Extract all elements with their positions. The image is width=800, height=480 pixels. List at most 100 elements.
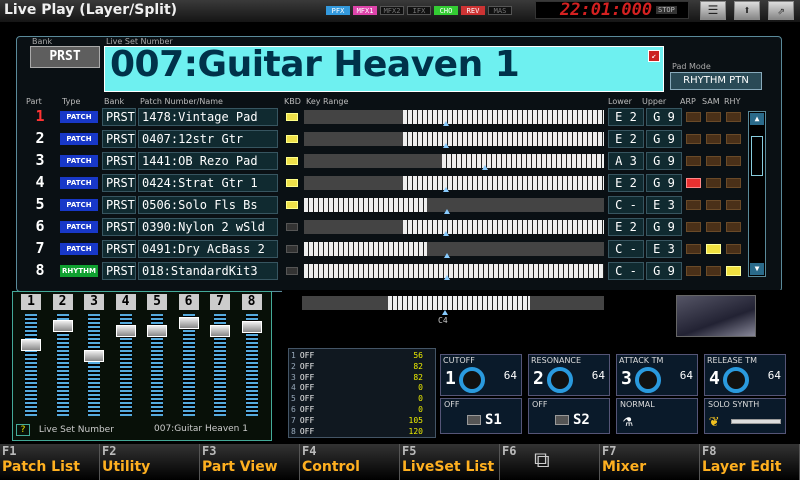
part-row[interactable]: 2 PATCH PRST 0407:12str Gtr E 2G 9 <box>22 129 744 149</box>
slider-assign-list[interactable]: 1 OFF 56 2 OFF 82 3 OFF 82 4 OFF 0 5 OFF 0 6 OFF 0 7 OFF 105… <box>288 348 436 438</box>
key-range-bar[interactable] <box>304 110 604 124</box>
lower-key[interactable]: E 2 <box>608 174 644 192</box>
part-bank[interactable]: PRST <box>102 262 136 280</box>
fx-pfx[interactable]: PFX <box>326 6 350 15</box>
fader-knob[interactable] <box>178 316 199 329</box>
key-range-bar[interactable] <box>304 220 604 234</box>
kbd-switch[interactable] <box>286 113 298 121</box>
sam-switch[interactable] <box>706 266 721 276</box>
fader-knob[interactable] <box>52 320 73 333</box>
key-range-bar[interactable] <box>304 198 604 212</box>
part-patch-name[interactable]: 0506:Solo Fls Bs <box>138 196 278 214</box>
kbd-switch[interactable] <box>286 135 298 143</box>
arp-switch[interactable] <box>686 112 701 122</box>
fader-knob[interactable] <box>147 324 167 337</box>
function-key-f1[interactable]: F1 Patch List <box>0 444 100 480</box>
part-row[interactable]: 6 PATCH PRST 0390:Nylon 2 wSld E 2G 9 <box>22 217 744 237</box>
upper-key[interactable]: G 9 <box>646 174 682 192</box>
mixer-channel[interactable]: 6 <box>175 292 203 418</box>
slider-item[interactable]: 4 OFF 0 <box>291 383 435 393</box>
knob-dial-icon[interactable] <box>547 367 573 393</box>
function-key-f4[interactable]: F4 Control <box>300 444 400 480</box>
function-key-f2[interactable]: F2 Utility <box>100 444 200 480</box>
kbd-switch[interactable] <box>286 201 298 209</box>
fader-knob[interactable] <box>84 350 104 362</box>
arp-switch[interactable] <box>686 156 701 166</box>
up-arrow-icon[interactable]: ⬆ <box>734 1 760 20</box>
part-patch-name[interactable]: 0491:Dry AcBass 2 <box>138 240 278 258</box>
part-type-badge[interactable]: PATCH <box>60 155 98 167</box>
knob-panel[interactable]: CUTOFF 1 64 <box>440 354 522 396</box>
upper-key[interactable]: E 3 <box>646 240 682 258</box>
sam-switch[interactable] <box>706 156 721 166</box>
key-range-bar[interactable] <box>304 176 604 190</box>
kbd-switch[interactable] <box>286 245 298 253</box>
rhy-switch[interactable] <box>726 266 741 276</box>
arp-switch[interactable] <box>686 222 701 232</box>
fx-ifx[interactable]: IFX <box>407 6 431 15</box>
switch-s1[interactable] <box>467 415 481 425</box>
key-range-bar[interactable] <box>304 242 604 256</box>
sam-switch[interactable] <box>706 134 721 144</box>
bank-value[interactable]: PRST <box>30 46 100 68</box>
wing-icon[interactable]: ❦ <box>709 411 719 430</box>
part-row[interactable]: 8 RHYTHM PRST 018:StandardKit3 C -G 9 <box>22 261 744 281</box>
part-type-badge[interactable]: PATCH <box>60 221 98 233</box>
function-key-f6[interactable]: F6 ⧉ <box>500 444 600 480</box>
function-key-f8[interactable]: F8 Layer Edit <box>700 444 800 480</box>
scroll-thumb[interactable] <box>751 136 763 176</box>
fx-mas[interactable]: MAS <box>488 6 512 15</box>
sam-switch[interactable] <box>706 222 721 232</box>
lower-key[interactable]: C - <box>608 262 644 280</box>
function-key-f7[interactable]: F7 Mixer <box>600 444 700 480</box>
switch-panel[interactable]: NORMAL ⚗ <box>616 398 698 434</box>
part-patch-name[interactable]: 1441:OB Rezo Pad <box>138 152 278 170</box>
function-key-f5[interactable]: F5 LiveSet List <box>400 444 500 480</box>
slider-item[interactable]: 5 OFF 0 <box>291 394 435 404</box>
rhy-switch[interactable] <box>726 200 741 210</box>
fader-knob[interactable] <box>115 324 136 337</box>
fx-rev[interactable]: REV <box>461 6 485 15</box>
fader-knob[interactable] <box>21 339 41 352</box>
part-type-badge[interactable]: RHYTHM <box>60 265 98 277</box>
arp-switch[interactable] <box>686 266 701 276</box>
part-row[interactable]: 5 PATCH PRST 0506:Solo Fls Bs C -E 3 <box>22 195 744 215</box>
part-row[interactable]: 7 PATCH PRST 0491:Dry AcBass 2 C -E 3 <box>22 239 744 259</box>
switch-panel[interactable]: SOLO SYNTH ❦ <box>704 398 786 434</box>
mixer-channel[interactable]: 8 <box>238 292 266 418</box>
lower-key[interactable]: C - <box>608 196 644 214</box>
kbd-switch[interactable] <box>286 179 298 187</box>
slider-item[interactable]: 8 OFF 120 <box>291 427 435 437</box>
sam-switch[interactable] <box>706 244 721 254</box>
export-icon[interactable]: ⇗ <box>768 1 794 20</box>
switch-panel[interactable]: OFF S1 <box>440 398 522 434</box>
sam-switch[interactable] <box>706 200 721 210</box>
arp-switch[interactable] <box>686 200 701 210</box>
upper-key[interactable]: G 9 <box>646 108 682 126</box>
rhy-switch[interactable] <box>726 156 741 166</box>
upper-key[interactable]: G 9 <box>646 218 682 236</box>
part-type-badge[interactable]: PATCH <box>60 177 98 189</box>
knob-dial-icon[interactable] <box>459 367 485 393</box>
knob-dial-icon[interactable] <box>723 367 749 393</box>
part-row[interactable]: 3 PATCH PRST 1441:OB Rezo Pad A 3G 9 <box>22 151 744 171</box>
switch-s2[interactable] <box>555 415 569 425</box>
lower-key[interactable]: A 3 <box>608 152 644 170</box>
fx-mfx2[interactable]: MFX2 <box>380 6 404 15</box>
mixer-channel[interactable]: 1 <box>17 292 45 418</box>
part-patch-name[interactable]: 018:StandardKit3 <box>138 262 278 280</box>
lower-key[interactable]: E 2 <box>608 108 644 126</box>
upper-key[interactable]: E 3 <box>646 196 682 214</box>
slider-item[interactable]: 3 OFF 82 <box>291 373 435 383</box>
kbd-switch[interactable] <box>286 267 298 275</box>
fader-knob[interactable] <box>241 321 262 334</box>
flask-icon[interactable]: ⚗ <box>623 411 633 430</box>
knob-panel[interactable]: RELEASE TM 4 64 <box>704 354 786 396</box>
fx-mfx1[interactable]: MFX1 <box>353 6 377 15</box>
pad-mode-value[interactable]: RHYTHM PTN <box>670 72 762 90</box>
mixer-channel[interactable]: 7 <box>206 292 234 418</box>
key-range-bar[interactable] <box>304 154 604 168</box>
sam-switch[interactable] <box>706 112 721 122</box>
scroll-down-icon[interactable]: ▼ <box>750 263 764 275</box>
mixer-channel[interactable]: 4 <box>112 292 140 418</box>
